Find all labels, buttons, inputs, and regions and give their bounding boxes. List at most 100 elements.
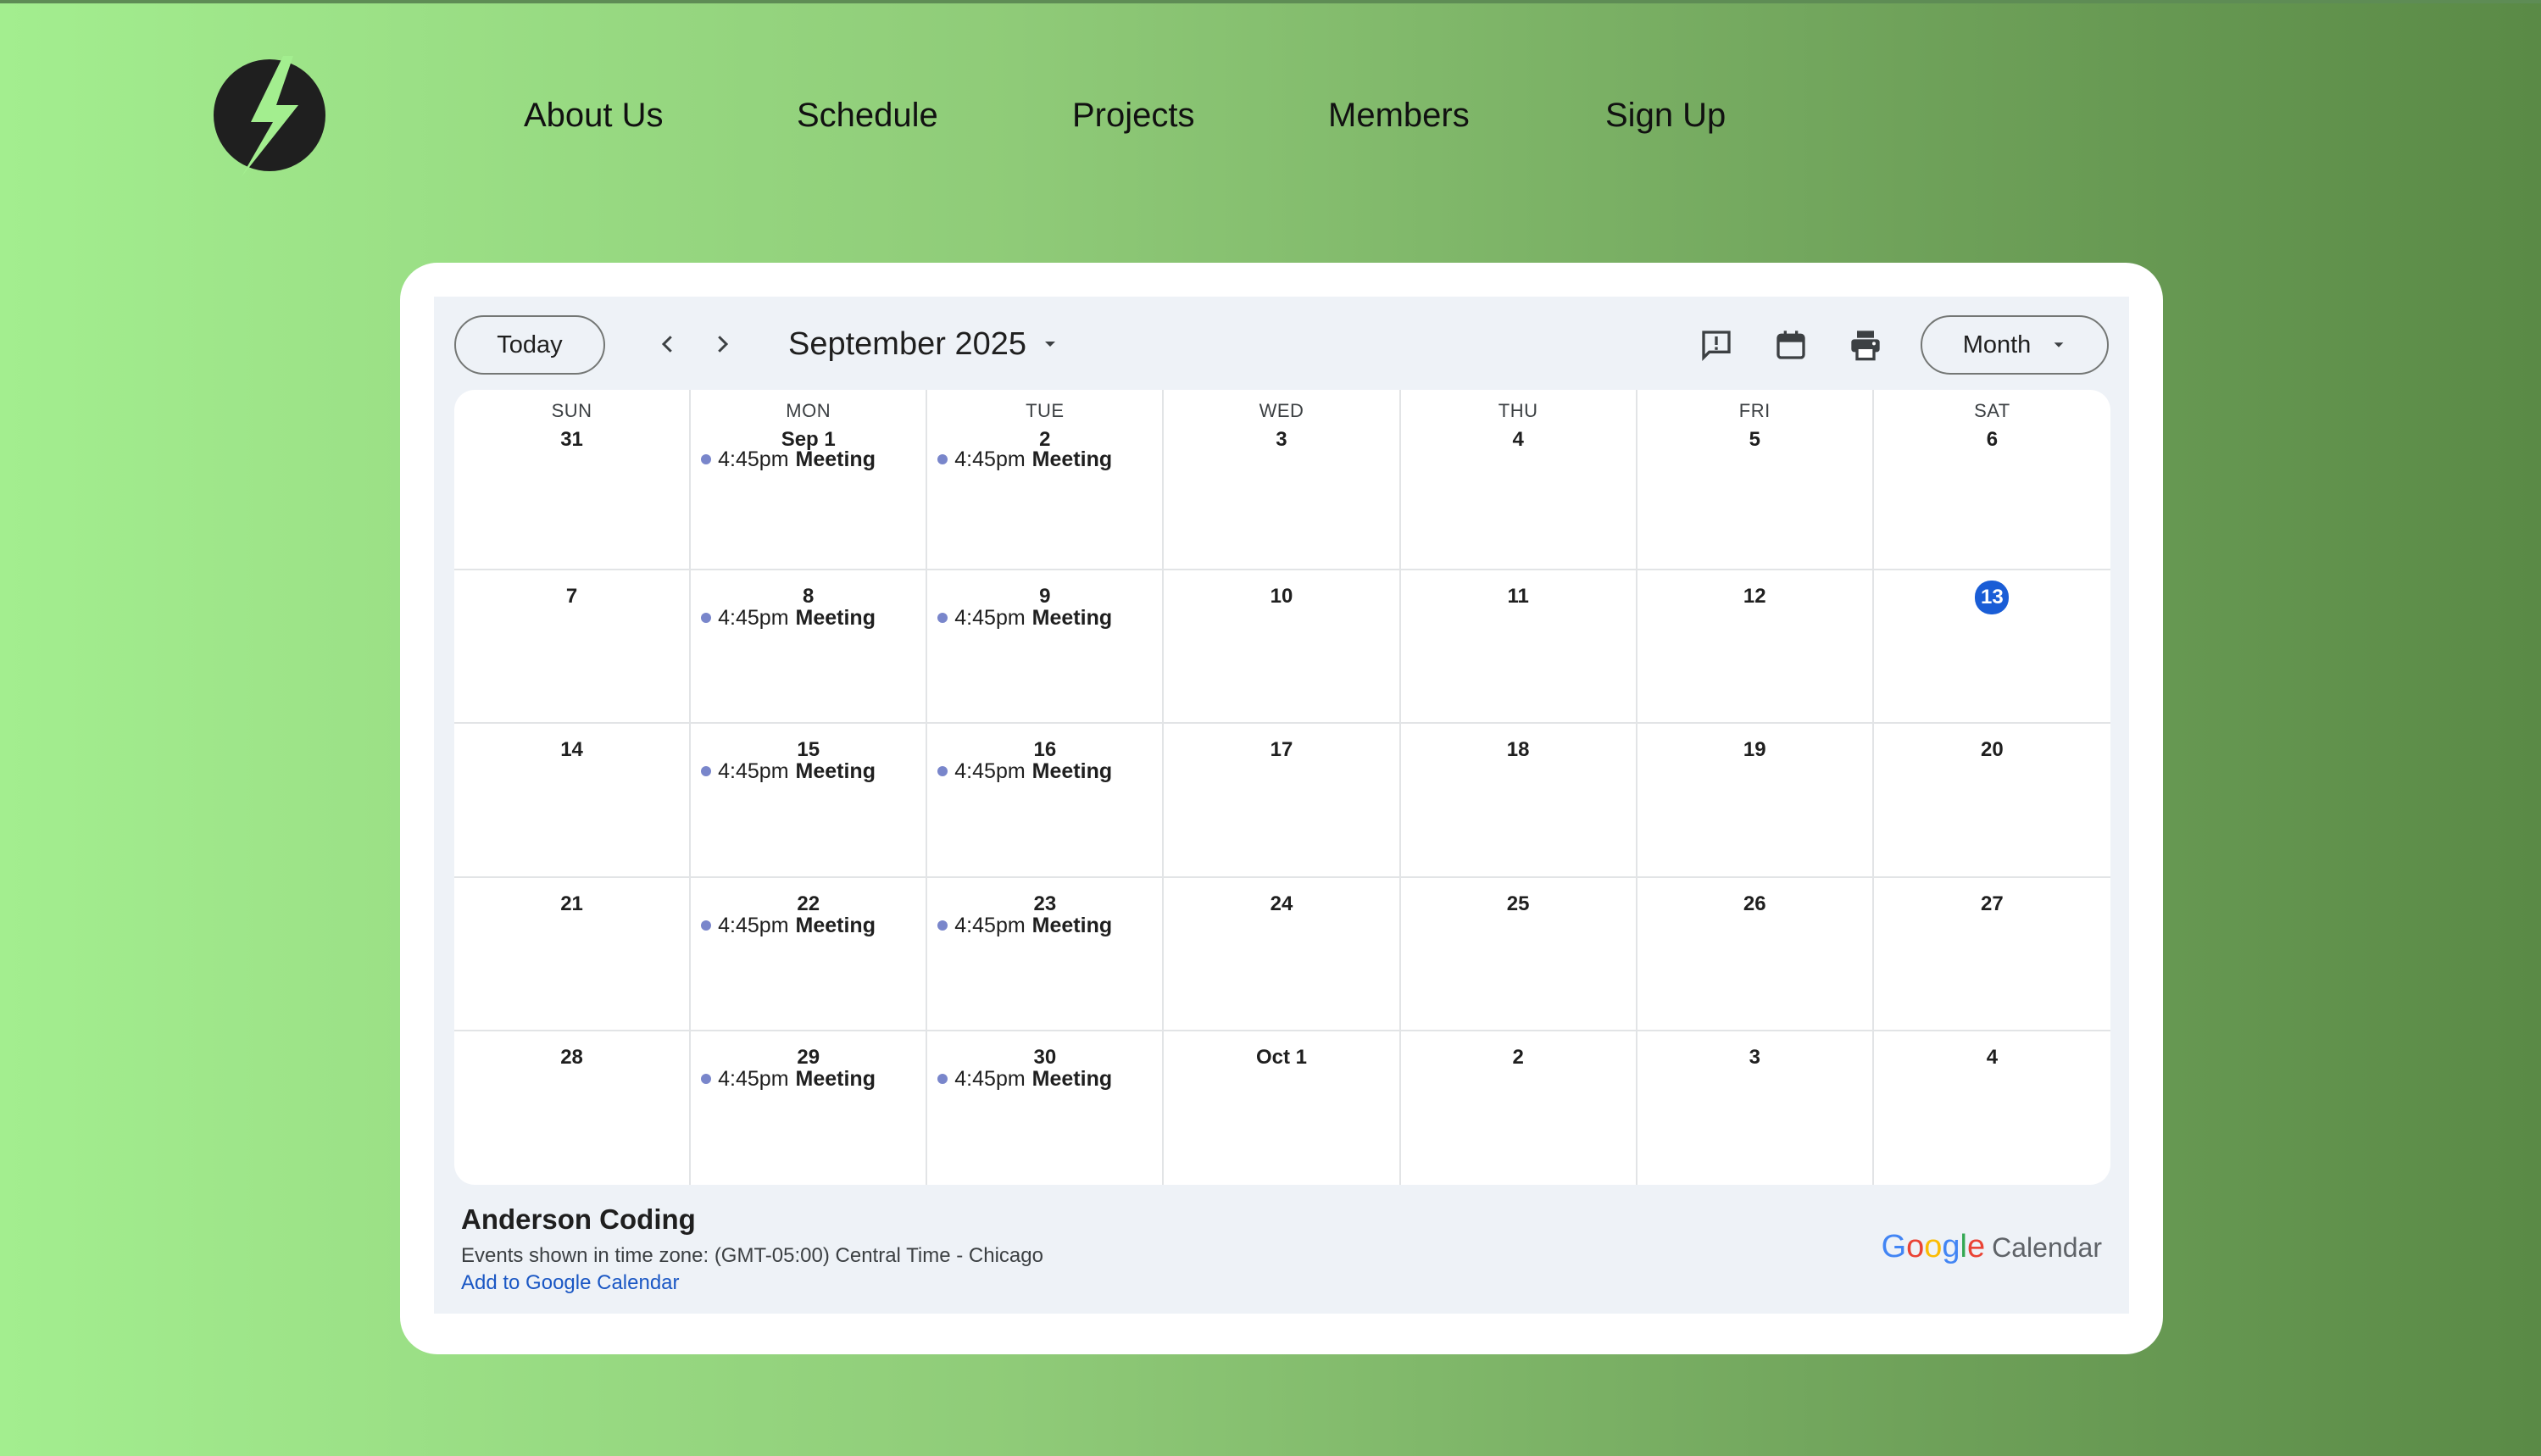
- day-number[interactable]: 28: [556, 1042, 588, 1074]
- day-cell[interactable]: 11: [1400, 570, 1637, 724]
- day-cell[interactable]: 18: [1400, 724, 1637, 878]
- day-cell[interactable]: MON Sep 1 4:45pm Meeting: [691, 390, 928, 570]
- chevron-right-icon[interactable]: [700, 322, 744, 366]
- day-cell[interactable]: 2: [1401, 1031, 1637, 1185]
- day-cell[interactable]: 29 4:45pm Meeting: [691, 1031, 928, 1185]
- event-dot-icon: [937, 454, 948, 464]
- day-cell[interactable]: TUE 2 4:45pm Meeting: [927, 390, 1165, 570]
- day-number[interactable]: 20: [1976, 734, 2008, 766]
- event-meeting[interactable]: 4:45pm Meeting: [698, 910, 922, 941]
- google-calendar-brand[interactable]: Google Calendar: [1882, 1229, 2102, 1265]
- day-cell[interactable]: 3: [1637, 1031, 1874, 1185]
- day-cell[interactable]: 21: [454, 878, 692, 1031]
- day-number[interactable]: 11: [1502, 581, 1534, 613]
- day-cell[interactable]: 26: [1637, 878, 1874, 1031]
- day-number[interactable]: 13: [1975, 581, 2010, 614]
- day-cell[interactable]: THU 4: [1400, 390, 1637, 570]
- day-number[interactable]: 31: [556, 424, 588, 456]
- caret-down-icon: [2054, 342, 2064, 347]
- day-cell[interactable]: 30 4:45pm Meeting: [927, 1031, 1165, 1185]
- day-number[interactable]: 4: [1502, 424, 1534, 456]
- day-number[interactable]: 3: [1738, 1042, 1771, 1074]
- day-number[interactable]: 3: [1265, 424, 1298, 456]
- day-number[interactable]: 24: [1265, 888, 1298, 920]
- day-number[interactable]: 19: [1738, 734, 1771, 766]
- calendar-card: Today September 2025 Month SUN 31 MON Sep 1…: [400, 263, 2163, 1354]
- event-meeting[interactable]: 4:45pm Meeting: [698, 756, 922, 786]
- day-number[interactable]: 2: [1502, 1042, 1534, 1074]
- nav-schedule[interactable]: Schedule: [797, 81, 938, 149]
- day-number[interactable]: 5: [1738, 424, 1771, 456]
- event-meeting[interactable]: 4:45pm Meeting: [934, 1064, 1159, 1094]
- event-meeting[interactable]: 4:45pm Meeting: [934, 910, 1159, 941]
- event-time: 4:45pm: [954, 447, 1026, 471]
- day-cell[interactable]: 20: [1873, 724, 2110, 878]
- calendar-icon[interactable]: [1770, 324, 1812, 366]
- view-mode-dropdown[interactable]: Month: [1921, 315, 2109, 375]
- nav-about-us[interactable]: About Us: [524, 81, 664, 149]
- day-number[interactable]: 6: [1976, 424, 2008, 456]
- event-meeting[interactable]: 4:45pm Meeting: [698, 444, 922, 475]
- day-cell[interactable]: FRI 5: [1637, 390, 1874, 570]
- event-title: Meeting: [1031, 447, 1113, 471]
- day-cell[interactable]: 27: [1873, 878, 2110, 1031]
- today-button[interactable]: Today: [454, 315, 605, 375]
- day-cell[interactable]: SAT 6: [1873, 390, 2110, 570]
- event-title: Meeting: [1031, 605, 1113, 630]
- day-number[interactable]: 7: [556, 581, 588, 613]
- day-cell[interactable]: 16 4:45pm Meeting: [927, 724, 1165, 878]
- day-cell[interactable]: 9 4:45pm Meeting: [927, 570, 1165, 724]
- event-meeting[interactable]: 4:45pm Meeting: [934, 444, 1159, 475]
- event-time: 4:45pm: [954, 913, 1026, 937]
- month-title-dropdown[interactable]: September 2025: [788, 320, 1059, 368]
- day-cell[interactable]: 15 4:45pm Meeting: [691, 724, 928, 878]
- day-number[interactable]: 17: [1265, 734, 1298, 766]
- nav-projects[interactable]: Projects: [1072, 81, 1195, 149]
- weekday-label: SUN: [551, 400, 592, 421]
- day-cell[interactable]: 17: [1164, 724, 1401, 878]
- day-number[interactable]: 18: [1502, 734, 1534, 766]
- day-cell[interactable]: 13: [1873, 570, 2110, 724]
- event-title: Meeting: [795, 1066, 876, 1091]
- day-number[interactable]: 12: [1738, 581, 1771, 613]
- day-cell[interactable]: 23 4:45pm Meeting: [927, 878, 1165, 1031]
- day-cell[interactable]: 22 4:45pm Meeting: [691, 878, 928, 1031]
- weekday-label: TUE: [1026, 400, 1065, 421]
- event-meeting[interactable]: 4:45pm Meeting: [698, 603, 922, 633]
- day-cell[interactable]: 4: [1874, 1031, 2110, 1185]
- day-number[interactable]: 21: [556, 888, 588, 920]
- caret-down-icon: [1044, 342, 1055, 347]
- event-meeting[interactable]: 4:45pm Meeting: [698, 1064, 922, 1094]
- view-mode-label: Month: [1962, 331, 2032, 358]
- day-number[interactable]: 26: [1738, 888, 1771, 920]
- day-cell[interactable]: WED 3: [1164, 390, 1401, 570]
- feedback-icon[interactable]: [1695, 324, 1738, 366]
- day-cell[interactable]: 14: [454, 724, 692, 878]
- nav-members[interactable]: Members: [1328, 81, 1470, 149]
- day-cell[interactable]: 28: [454, 1031, 692, 1185]
- nav-sign-up[interactable]: Sign Up: [1605, 81, 1726, 149]
- day-cell[interactable]: 24: [1164, 878, 1401, 1031]
- print-icon[interactable]: [1844, 324, 1887, 366]
- event-meeting[interactable]: 4:45pm Meeting: [934, 756, 1159, 786]
- add-to-google-calendar-link[interactable]: Add to Google Calendar: [461, 1271, 680, 1295]
- day-cell[interactable]: 19: [1637, 724, 1874, 878]
- day-number[interactable]: 4: [1976, 1042, 2008, 1074]
- lightning-bolt-logo-icon[interactable]: [210, 54, 329, 180]
- day-number[interactable]: 27: [1976, 888, 2008, 920]
- day-cell[interactable]: 12: [1637, 570, 1874, 724]
- day-cell[interactable]: 8 4:45pm Meeting: [691, 570, 928, 724]
- day-cell[interactable]: 25: [1400, 878, 1637, 1031]
- event-dot-icon: [701, 613, 712, 623]
- day-number[interactable]: 25: [1502, 888, 1534, 920]
- google-logo: Google: [1881, 1229, 1986, 1264]
- day-cell[interactable]: 7: [454, 570, 692, 724]
- day-number[interactable]: Oct 1: [1256, 1042, 1307, 1074]
- day-cell[interactable]: 10: [1164, 570, 1401, 724]
- day-cell[interactable]: Oct 1: [1164, 1031, 1401, 1185]
- day-number[interactable]: 14: [556, 734, 588, 766]
- day-number[interactable]: 10: [1265, 581, 1298, 613]
- event-meeting[interactable]: 4:45pm Meeting: [934, 603, 1159, 633]
- day-cell[interactable]: SUN 31: [454, 390, 692, 570]
- chevron-left-icon[interactable]: [646, 322, 690, 366]
